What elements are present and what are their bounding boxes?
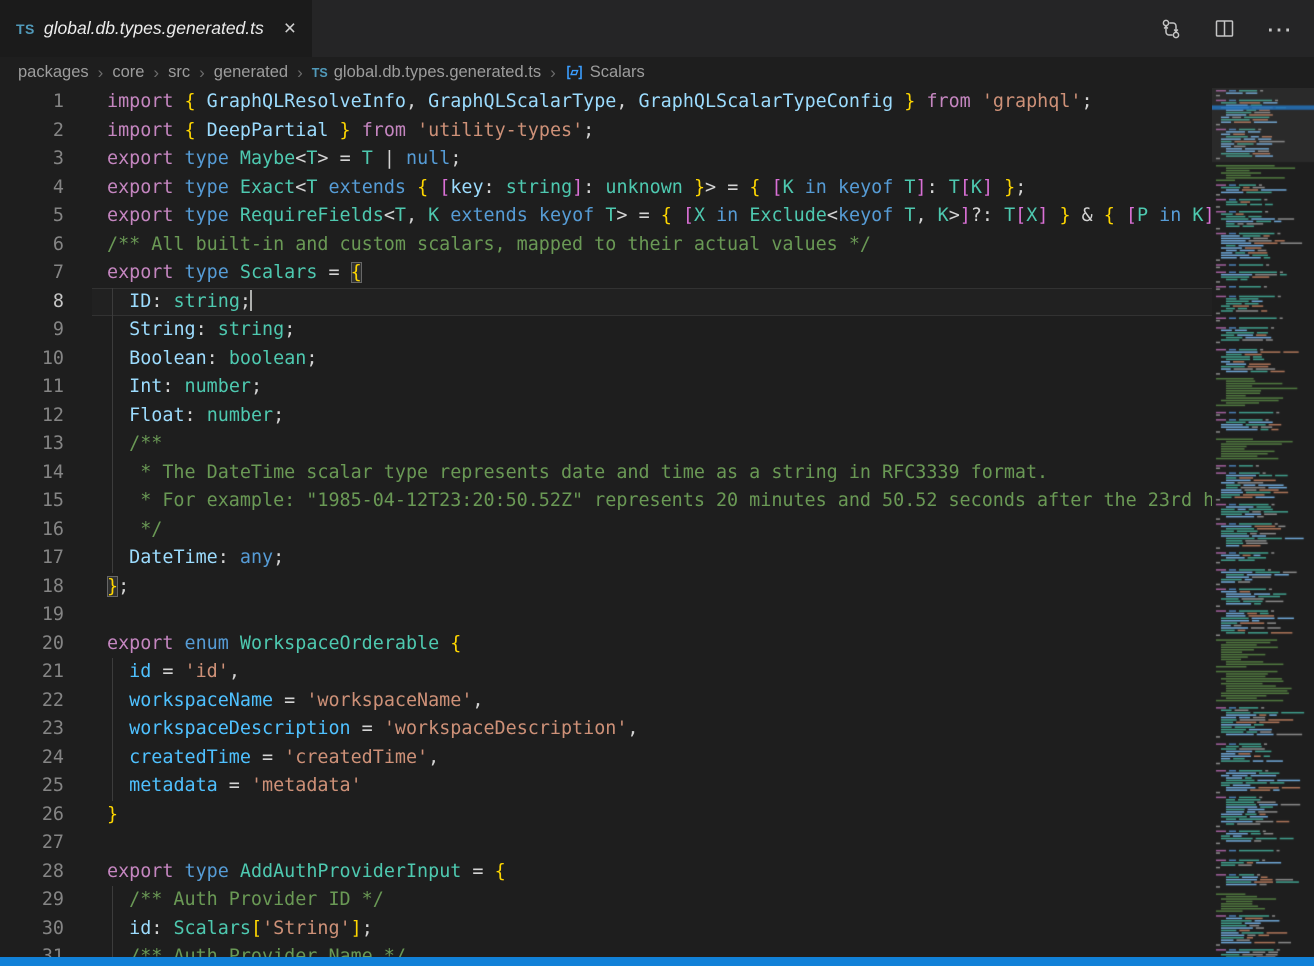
line-number: 2 xyxy=(0,117,64,146)
code-line[interactable]: 24 createdTime = 'createdTime', xyxy=(0,744,1212,773)
line-number: 9 xyxy=(0,316,64,345)
breadcrumb-separator: › xyxy=(199,63,205,83)
code-line[interactable]: 29 /** Auth Provider ID */ xyxy=(0,886,1212,915)
code-editor: 1import { GraphQLResolveInfo, GraphQLSca… xyxy=(0,88,1314,966)
line-number: 21 xyxy=(0,658,64,687)
status-bar xyxy=(0,957,1314,966)
breadcrumb-item-file[interactable]: global.db.types.generated.ts xyxy=(334,63,541,82)
code-line[interactable]: 10 Boolean: boolean; xyxy=(0,345,1212,374)
code-line[interactable]: 20export enum WorkspaceOrderable { xyxy=(0,630,1212,659)
code-line[interactable]: 1import { GraphQLResolveInfo, GraphQLSca… xyxy=(0,88,1212,117)
breadcrumb-separator: › xyxy=(98,63,104,83)
code-line[interactable]: 13 /** xyxy=(0,430,1212,459)
line-number: 23 xyxy=(0,715,64,744)
code-line[interactable]: 27 xyxy=(0,829,1212,858)
code-line[interactable]: 4export type Exact<T extends { [key: str… xyxy=(0,174,1212,203)
code-line[interactable]: 21 id = 'id', xyxy=(0,658,1212,687)
breadcrumb-separator: › xyxy=(297,63,303,83)
code-line[interactable]: 28export type AddAuthProviderInput = { xyxy=(0,858,1212,887)
split-editor-icon[interactable] xyxy=(1213,17,1236,40)
breadcrumb-item-generated[interactable]: generated xyxy=(214,63,288,82)
breadcrumb-item-core[interactable]: core xyxy=(112,63,144,82)
code-lines: 1import { GraphQLResolveInfo, GraphQLSca… xyxy=(0,88,1212,966)
line-number: 30 xyxy=(0,915,64,944)
breadcrumb-separator: › xyxy=(153,63,159,83)
line-number: 14 xyxy=(0,459,64,488)
code-line[interactable]: 23 workspaceDescription = 'workspaceDesc… xyxy=(0,715,1212,744)
line-number: 5 xyxy=(0,202,64,231)
line-number: 13 xyxy=(0,430,64,459)
code-line[interactable]: 8 ID: string; xyxy=(0,288,1212,317)
line-number: 18 xyxy=(0,573,64,602)
line-number: 29 xyxy=(0,886,64,915)
code-line[interactable]: 30 id: Scalars['String']; xyxy=(0,915,1212,944)
text-cursor xyxy=(250,290,252,311)
editor-actions: ⋯ xyxy=(1159,0,1314,57)
code-line[interactable]: 19 xyxy=(0,601,1212,630)
breadcrumb-item-symbol[interactable]: Scalars xyxy=(590,63,645,82)
breadcrumb-item-src[interactable]: src xyxy=(168,63,190,82)
code-line[interactable]: 11 Int: number; xyxy=(0,373,1212,402)
line-number: 26 xyxy=(0,801,64,830)
tab-title: global.db.types.generated.ts xyxy=(44,18,270,39)
line-number: 1 xyxy=(0,88,64,117)
code-line[interactable]: 18}; xyxy=(0,573,1212,602)
tab-global-db-types-generated[interactable]: TS global.db.types.generated.ts × xyxy=(0,0,312,57)
code-area: 1import { GraphQLResolveInfo, GraphQLSca… xyxy=(0,88,1212,966)
more-actions-icon[interactable]: ⋯ xyxy=(1266,19,1292,39)
open-changes-icon[interactable] xyxy=(1159,17,1183,41)
line-number: 15 xyxy=(0,487,64,516)
close-tab-icon[interactable]: × xyxy=(278,18,302,39)
line-number: 28 xyxy=(0,858,64,887)
line-number: 20 xyxy=(0,630,64,659)
typescript-file-icon: TS xyxy=(16,21,35,37)
code-line[interactable]: 2import { DeepPartial } from 'utility-ty… xyxy=(0,117,1212,146)
code-line[interactable]: 3export type Maybe<T> = T | null; xyxy=(0,145,1212,174)
line-number: 3 xyxy=(0,145,64,174)
code-line[interactable]: 5export type RequireFields<T, K extends … xyxy=(0,202,1212,231)
code-line[interactable]: 6/** All built-in and custom scalars, ma… xyxy=(0,231,1212,260)
vscode-window: { "tab": { "title": "global.db.types.gen… xyxy=(0,0,1314,966)
line-number: 17 xyxy=(0,544,64,573)
code-line[interactable]: 25 metadata = 'metadata' xyxy=(0,772,1212,801)
line-number: 8 xyxy=(0,288,64,317)
breadcrumb-separator: › xyxy=(550,63,556,83)
code-line[interactable]: 14 * The DateTime scalar type represents… xyxy=(0,459,1212,488)
code-line[interactable]: 16 */ xyxy=(0,516,1212,545)
line-number: 22 xyxy=(0,687,64,716)
line-number: 12 xyxy=(0,402,64,431)
code-line[interactable]: 26} xyxy=(0,801,1212,830)
tab-bar: TS global.db.types.generated.ts × ⋯ xyxy=(0,0,1314,57)
code-line[interactable]: 12 Float: number; xyxy=(0,402,1212,431)
symbol-type-icon xyxy=(565,63,584,82)
line-number: 11 xyxy=(0,373,64,402)
minimap[interactable] xyxy=(1212,88,1314,966)
line-number: 4 xyxy=(0,174,64,203)
line-number: 25 xyxy=(0,772,64,801)
line-number: 6 xyxy=(0,231,64,260)
line-number: 27 xyxy=(0,829,64,858)
code-line[interactable]: 9 String: string; xyxy=(0,316,1212,345)
breadcrumb: packages › core › src › generated › TS g… xyxy=(0,57,1314,88)
code-line[interactable]: 7export type Scalars = { xyxy=(0,259,1212,288)
typescript-file-icon: TS xyxy=(312,66,328,80)
line-number: 24 xyxy=(0,744,64,773)
code-line[interactable]: 15 * For example: "1985-04-12T23:20:50.5… xyxy=(0,487,1212,516)
line-number: 16 xyxy=(0,516,64,545)
code-line[interactable]: 22 workspaceName = 'workspaceName', xyxy=(0,687,1212,716)
line-number: 10 xyxy=(0,345,64,374)
breadcrumb-item-packages[interactable]: packages xyxy=(18,63,89,82)
code-line[interactable]: 17 DateTime: any; xyxy=(0,544,1212,573)
line-number: 19 xyxy=(0,601,64,630)
line-number: 7 xyxy=(0,259,64,288)
